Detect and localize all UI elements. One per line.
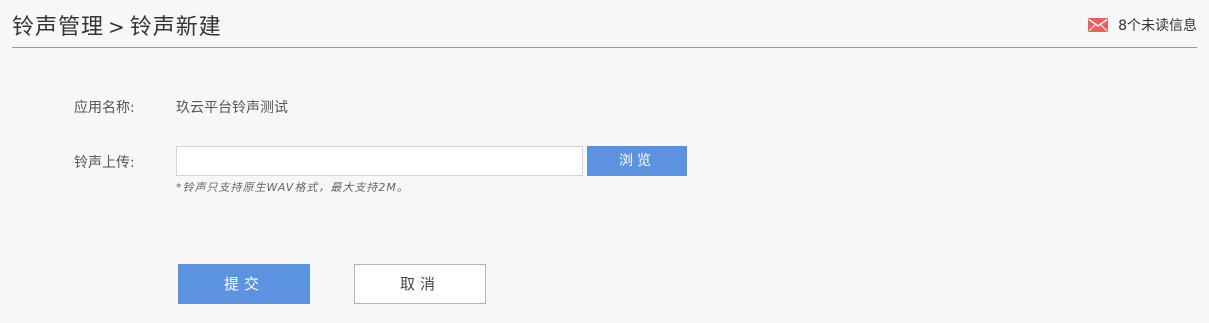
page-header: 铃声管理 > 铃声新建 8个未读信息 [12,0,1197,48]
app-name-value: 玖云平台铃声测试 [176,100,288,116]
ringtone-upload-label: 铃声上传: [74,155,135,171]
upload-format-hint: *铃声只支持原生WAV格式，最大支持2M。 [176,181,409,194]
browse-button[interactable]: 浏览 [587,146,687,176]
breadcrumb-parent[interactable]: 铃声管理 [12,15,104,40]
unread-messages-text: 8个未读信息 [1118,18,1197,34]
mail-icon [1088,18,1109,32]
submit-button[interactable]: 提交 [178,264,310,304]
breadcrumb: 铃声管理 > 铃声新建 [12,9,222,41]
ringtone-create-page: 铃声管理 > 铃声新建 8个未读信息 应用名称: 玖云平台铃声测试 铃声上传: 浏览… [0,0,1209,323]
unread-messages-link[interactable]: 8个未读信息 [1088,15,1197,35]
ringtone-file-input[interactable] [176,146,583,176]
breadcrumb-separator: > [108,15,126,39]
breadcrumb-current: 铃声新建 [129,15,222,40]
app-name-label: 应用名称: [74,100,135,116]
cancel-button[interactable]: 取消 [354,264,486,304]
